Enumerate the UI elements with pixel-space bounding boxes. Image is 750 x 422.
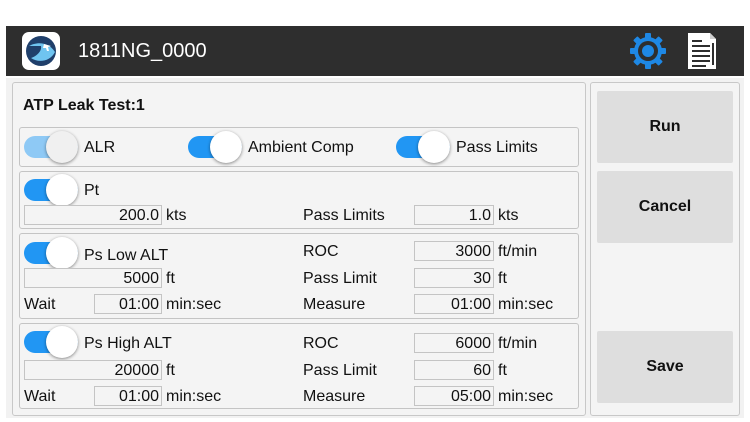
ps-low-measure-field[interactable]: 01:00 [414,294,494,314]
pt-pass-limits-label: Pass Limits [303,207,385,224]
test-title: ATP Leak Test:1 [23,97,145,114]
ps-high-pass-limit-label: Pass Limit [303,362,377,379]
ps-low-pass-limit-unit: ft [498,270,507,287]
pt-pass-limits-field[interactable]: 1.0 [414,205,494,225]
ps-high-pass-limit-field[interactable]: 60 [414,360,494,380]
save-button[interactable]: Save [597,331,733,403]
ps-high-label: Ps High ALT [84,335,172,352]
ps-high-roc-field[interactable]: 6000 [414,333,494,353]
ps-low-alt-unit: ft [166,270,175,287]
ps-high-roc-unit: ft/min [498,335,538,352]
ps-low-label: Ps Low ALT [84,247,169,264]
ps-low-roc-label: ROC [303,243,339,260]
pt-label: Pt [84,182,100,199]
ps-low-roc-field[interactable]: 3000 [414,241,494,261]
ps-low-measure-unit: min:sec [498,296,554,313]
run-button[interactable]: Run [597,91,733,163]
pt-toggle[interactable] [24,174,78,206]
ps-low-toggle[interactable] [24,237,78,269]
ps-low-pass-limit-field[interactable]: 30 [414,268,494,288]
test-config-panel: ATP Leak Test:1 ALR Ambient Comp Pass Li… [12,82,586,416]
ps-high-measure-field[interactable]: 05:00 [414,386,494,406]
options-row: ALR Ambient Comp Pass Limits [19,127,579,167]
ps-high-wait-unit: min:sec [166,388,222,405]
ps-low-measure-label: Measure [303,296,366,313]
ps-high-toggle[interactable] [24,326,78,358]
ps-high-measure-unit: min:sec [498,388,554,405]
ps-high-alt-unit: ft [166,362,175,379]
title-bar: 1811NG_0000 [6,26,744,76]
alr-label: ALR [84,139,116,156]
pt-value-field[interactable]: 200.0 [24,205,162,225]
cancel-button[interactable]: Cancel [597,171,733,243]
ps-high-alt-field[interactable]: 20000 [24,360,162,380]
pt-unit: kts [166,207,187,224]
ps-high-wait-label: Wait [24,388,56,405]
ps-high-wait-field[interactable]: 01:00 [94,386,162,406]
app-logo-icon [22,32,60,70]
ps-low-section: Ps Low ALT ROC 3000 ft/min 5000 ft Pass … [19,233,579,319]
pass-limits-toggle[interactable] [396,131,450,163]
ps-high-roc-label: ROC [303,335,339,352]
ps-low-alt-field[interactable]: 5000 [24,268,162,288]
ps-low-wait-field[interactable]: 01:00 [94,294,162,314]
pass-limits-label: Pass Limits [456,139,538,156]
ps-high-section: Ps High ALT ROC 6000 ft/min 20000 ft Pas… [19,323,579,409]
pt-pass-limits-unit: kts [498,207,519,224]
ps-low-wait-unit: min:sec [166,296,222,313]
ps-low-roc-unit: ft/min [498,243,538,260]
app-title: 1811NG_0000 [78,40,207,62]
ps-low-pass-limit-label: Pass Limit [303,270,377,287]
document-icon[interactable] [684,31,718,71]
ambient-comp-toggle[interactable] [188,131,242,163]
page-content: ATP Leak Test:1 ALR Ambient Comp Pass Li… [6,78,744,418]
ps-high-pass-limit-unit: ft [498,362,507,379]
ps-low-wait-label: Wait [24,296,56,313]
ambient-comp-label: Ambient Comp [248,139,354,156]
ps-high-measure-label: Measure [303,388,366,405]
pt-section: Pt 200.0 kts Pass Limits 1.0 kts [19,171,579,229]
gear-icon[interactable] [628,31,668,71]
action-sidebar: Run Cancel Save [590,82,740,416]
alr-toggle[interactable] [24,131,78,163]
